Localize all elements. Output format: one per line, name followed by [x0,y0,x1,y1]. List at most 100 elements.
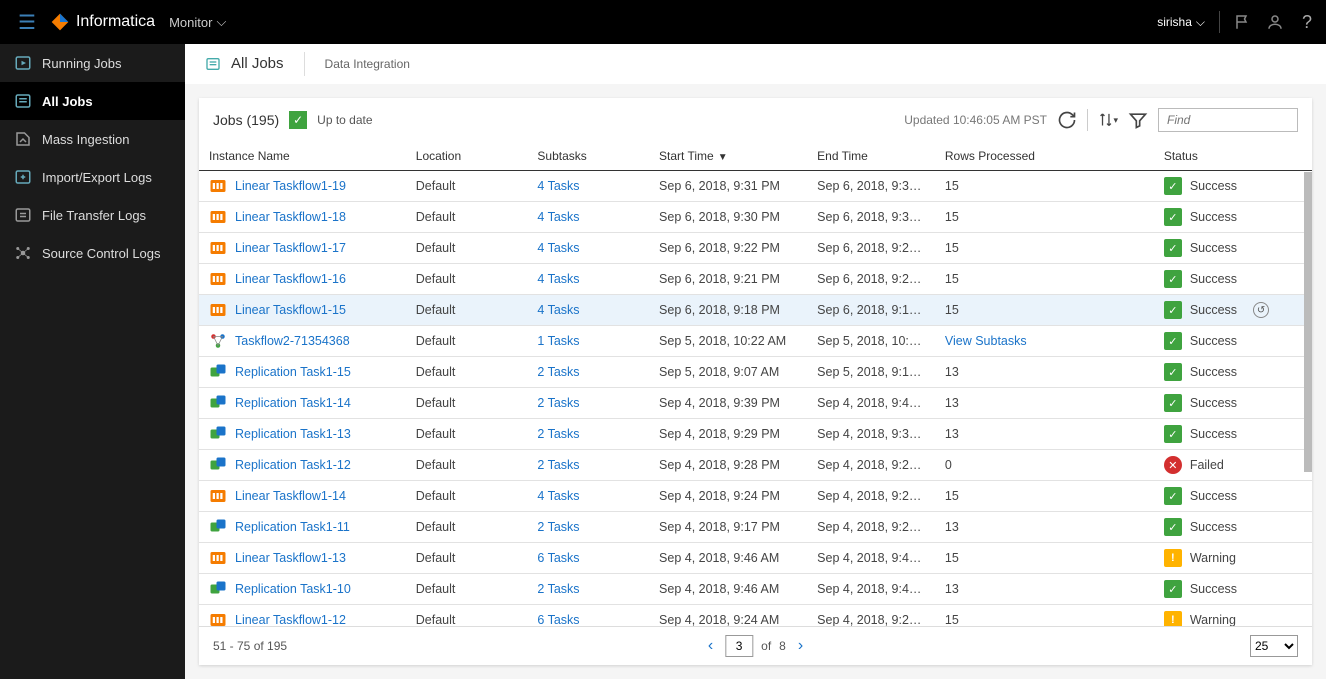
start-cell: Sep 4, 2018, 9:24 AM [649,605,807,627]
instance-link[interactable]: Replication Task1-13 [209,425,396,443]
instance-link[interactable]: Linear Taskflow1-13 [209,549,396,567]
location-cell: Default [406,326,528,357]
table-row[interactable]: Linear Taskflow1-16Default4 TasksSep 6, … [199,264,1312,295]
status-cell: !Warning [1164,611,1302,626]
instance-link[interactable]: Replication Task1-14 [209,394,396,412]
table-row[interactable]: Replication Task1-12Default2 TasksSep 4,… [199,450,1312,481]
instance-link[interactable]: Linear Taskflow1-16 [209,270,396,288]
rows-cell: 15 [935,481,1154,512]
subtasks-link[interactable]: 4 Tasks [537,489,579,503]
table-row[interactable]: Linear Taskflow1-17Default4 TasksSep 6, … [199,233,1312,264]
table-row[interactable]: Replication Task1-11Default2 TasksSep 4,… [199,512,1312,543]
brand-text: Informatica [76,13,155,31]
page-size-select[interactable]: 25 [1250,635,1298,657]
end-cell: Sep 4, 2018, 9:20 PM [807,512,935,543]
find-input[interactable] [1158,108,1298,132]
location-cell: Default [406,264,528,295]
user-icon[interactable] [1266,13,1284,31]
table-row[interactable]: Replication Task1-13Default2 TasksSep 4,… [199,419,1312,450]
success-icon: ✓ [1164,394,1182,412]
instance-link[interactable]: Linear Taskflow1-12 [209,611,396,626]
subtasks-link[interactable]: 4 Tasks [537,179,579,193]
instance-link[interactable]: Replication Task1-12 [209,456,396,474]
app-switcher[interactable]: Monitor ⌵ [169,14,226,30]
col-status[interactable]: Status [1154,142,1312,171]
sidebar-item-importexport[interactable]: Import/Export Logs [0,158,185,196]
col-subtasks[interactable]: Subtasks [527,142,649,171]
col-location[interactable]: Location [406,142,528,171]
subtasks-link[interactable]: 4 Tasks [537,241,579,255]
location-cell: Default [406,171,528,202]
subtasks-link[interactable]: 1 Tasks [537,334,579,348]
success-icon: ✓ [1164,332,1182,350]
table-row[interactable]: Replication Task1-14Default2 TasksSep 4,… [199,388,1312,419]
subtasks-link[interactable]: 2 Tasks [537,582,579,596]
rows-cell: 15 [935,605,1154,627]
table-row[interactable]: Replication Task1-15Default2 TasksSep 5,… [199,357,1312,388]
subtasks-link[interactable]: 2 Tasks [537,427,579,441]
sidebar-item-label: Import/Export Logs [42,170,152,185]
instance-link[interactable]: Linear Taskflow1-17 [209,239,396,257]
table-row[interactable]: Replication Task1-10Default2 TasksSep 4,… [199,574,1312,605]
restart-icon[interactable]: ↺ [1253,302,1269,318]
scrollbar[interactable] [1304,142,1312,626]
table-row[interactable]: Taskflow2-71354368 Default 1 Tasks Sep 5, 2… [199,326,1312,357]
view-subtasks-link[interactable]: View Subtasks [945,334,1027,348]
subtasks-link[interactable]: 4 Tasks [537,303,579,317]
subtasks-link[interactable]: 6 Tasks [537,551,579,565]
col-end[interactable]: End Time [807,142,935,171]
instance-link[interactable]: Replication Task1-11 [209,518,396,536]
hamburger-icon[interactable]: ☰ [10,10,44,35]
status-cell: ✓Success [1164,394,1302,412]
sidebar-item-mass[interactable]: Mass Ingestion [0,120,185,158]
start-cell: Sep 4, 2018, 9:46 AM [649,574,807,605]
instance-link[interactable]: Linear Taskflow1-15 [209,301,396,319]
subtasks-link[interactable]: 4 Tasks [537,272,579,286]
sort-icon[interactable]: ▾ [1098,110,1118,130]
start-cell: Sep 5, 2018, 10:22 AM [649,326,807,357]
sidebar-item-label: Running Jobs [42,56,122,71]
sidebar-item-alljobs[interactable]: All Jobs [0,82,185,120]
topbar: ☰ Informatica Monitor ⌵ sirisha ⌵ ? [0,0,1326,44]
sidebar-item-source[interactable]: Source Control Logs [0,234,185,272]
subtasks-link[interactable]: 2 Tasks [537,365,579,379]
location-cell: Default [406,419,528,450]
filter-icon[interactable] [1128,110,1148,130]
location-cell: Default [406,233,528,264]
sidebar-item-label: All Jobs [42,94,93,109]
next-page[interactable]: › [794,637,807,655]
flag-icon[interactable] [1234,13,1252,31]
subtasks-link[interactable]: 2 Tasks [537,520,579,534]
instance-link[interactable]: Linear Taskflow1-18 [209,208,396,226]
subtasks-link[interactable]: 6 Tasks [537,613,579,626]
sidebar-item-running[interactable]: Running Jobs [0,44,185,82]
instance-link[interactable]: Linear Taskflow1-19 [209,177,396,195]
chevron-down-icon: ⌵ [216,14,226,30]
col-start-label: Start Time [659,149,714,163]
instance-link[interactable]: Replication Task1-15 [209,363,396,381]
help-icon[interactable]: ? [1298,13,1316,31]
updated-text: Updated 10:46:05 AM PST [904,113,1047,127]
table-row[interactable]: Linear Taskflow1-19Default4 TasksSep 6, … [199,171,1312,202]
col-instance[interactable]: Instance Name [199,142,406,171]
page-input[interactable] [725,635,753,657]
rows-cell: 15 [935,171,1154,202]
instance-link[interactable]: Linear Taskflow1-14 [209,487,396,505]
sidebar-item-filetransfer[interactable]: File Transfer Logs [0,196,185,234]
subtasks-link[interactable]: 2 Tasks [537,458,579,472]
location-cell: Default [406,543,528,574]
col-rows[interactable]: Rows Processed [935,142,1154,171]
table-row[interactable]: Linear Taskflow1-14Default4 TasksSep 4, … [199,481,1312,512]
table-row[interactable]: Linear Taskflow1-13Default6 TasksSep 4, … [199,543,1312,574]
subtasks-link[interactable]: 4 Tasks [537,210,579,224]
prev-page[interactable]: ‹ [704,637,717,655]
col-start[interactable]: Start Time▼ [649,142,807,171]
table-row[interactable]: Linear Taskflow1-15Default4 TasksSep 6, … [199,295,1312,326]
table-row[interactable]: Linear Taskflow1-18Default4 TasksSep 6, … [199,202,1312,233]
user-menu[interactable]: sirisha ⌵ [1157,15,1205,30]
table-row[interactable]: Linear Taskflow1-12Default6 TasksSep 4, … [199,605,1312,627]
instance-link[interactable]: Taskflow2-71354368 [209,332,396,350]
refresh-icon[interactable] [1057,110,1077,130]
subtasks-link[interactable]: 2 Tasks [537,396,579,410]
instance-link[interactable]: Replication Task1-10 [209,580,396,598]
